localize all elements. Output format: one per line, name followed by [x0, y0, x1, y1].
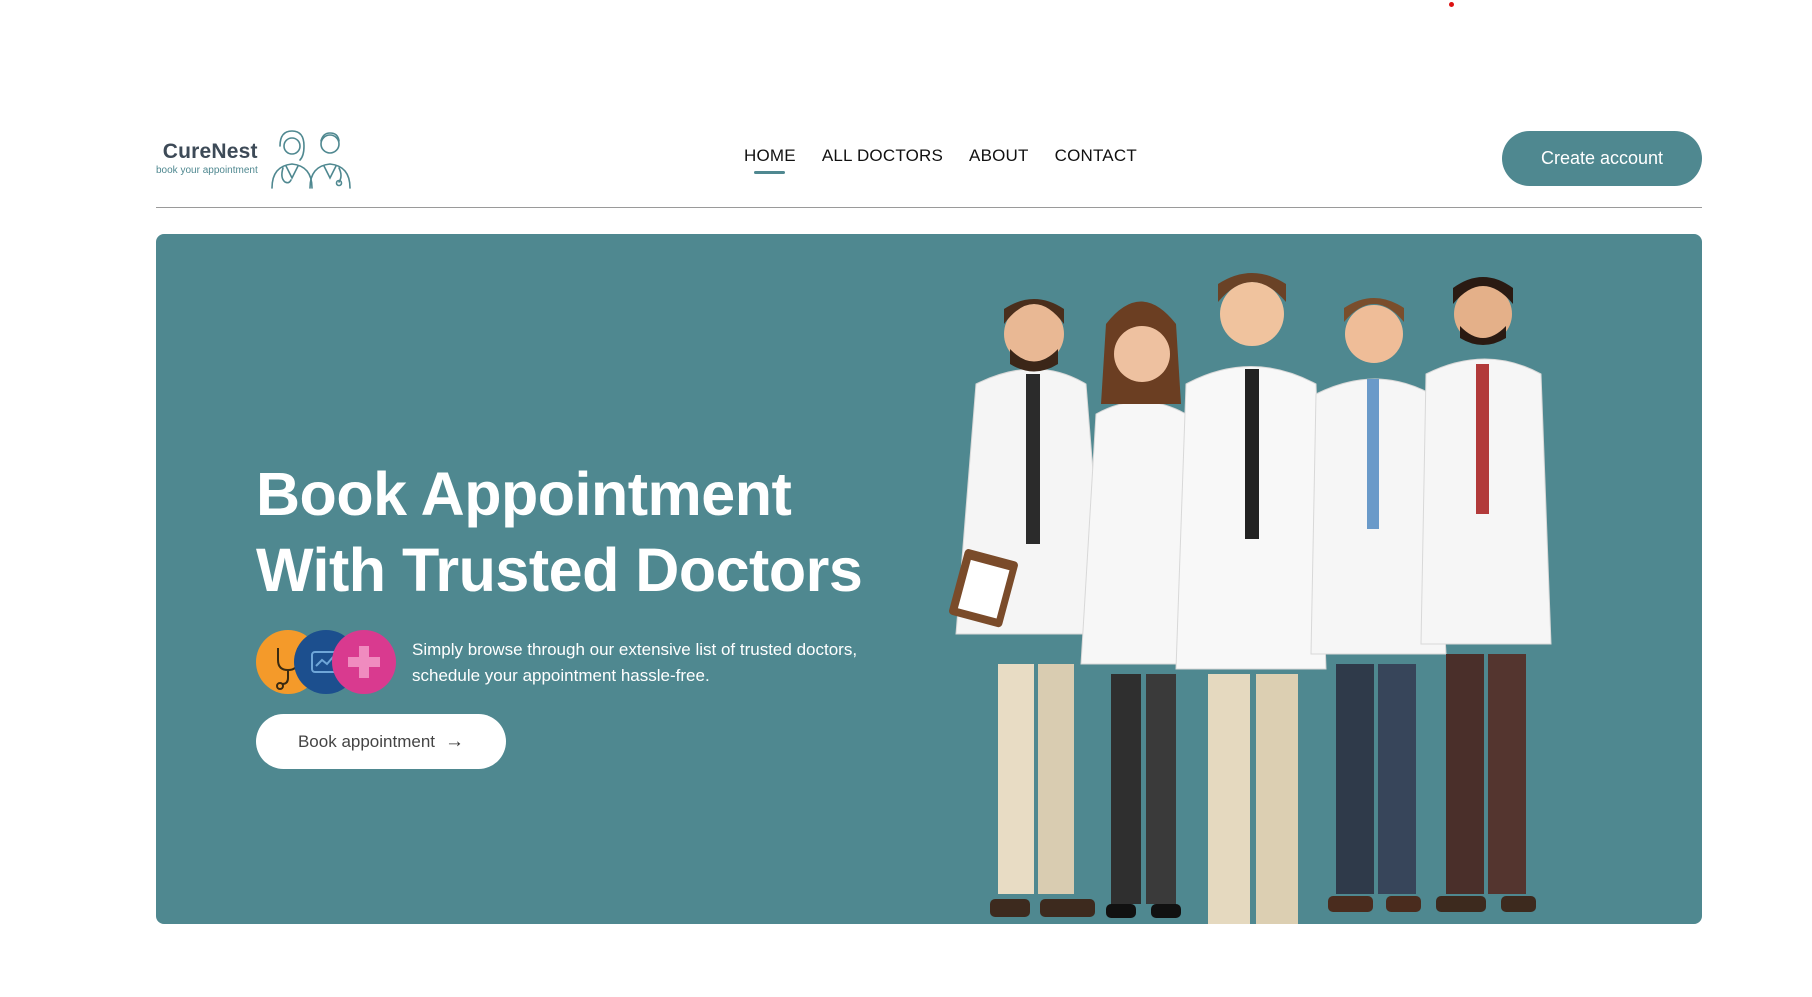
nav-all-doctors[interactable]: ALL DOCTORS	[822, 146, 943, 172]
doctor-figure-5	[1420, 277, 1552, 912]
doctors-outline-icon	[270, 130, 351, 189]
doctor-figure-3	[1175, 273, 1327, 924]
navbar: CureNest book your appointment HOME ALL …	[156, 124, 1702, 208]
red-dot	[1449, 2, 1454, 7]
hero-banner: Book Appointment With Trusted Doctors Si…	[156, 234, 1702, 924]
doctors-team-illustration	[949, 273, 1552, 924]
logo-tagline: book your appointment	[156, 165, 258, 176]
hero-description-line-2: schedule your appointment hassle-free.	[412, 666, 710, 685]
create-account-button[interactable]: Create account	[1502, 131, 1702, 186]
plus-cross-icon	[332, 630, 396, 694]
hero-info: Simply browse through our extensive list…	[256, 630, 882, 696]
logo-text: CureNest book your appointment	[156, 140, 258, 176]
logo-name: CureNest	[162, 140, 258, 163]
hero-title: Book Appointment With Trusted Doctors	[256, 456, 863, 608]
nav-about[interactable]: ABOUT	[969, 146, 1029, 172]
doctor-figure-1	[949, 299, 1107, 917]
arrow-right-icon: →	[445, 730, 465, 752]
book-appointment-label: Book appointment	[297, 731, 436, 751]
medical-icons-group	[256, 630, 398, 696]
hero-title-line-1: Book Appointment	[256, 460, 792, 528]
book-appointment-button[interactable]: Book appointment →	[256, 714, 506, 769]
main-nav: HOME ALL DOCTORS ABOUT CONTACT	[744, 146, 1137, 174]
nav-home[interactable]: HOME	[744, 146, 796, 174]
nav-contact[interactable]: CONTACT	[1055, 146, 1137, 172]
hero-description-line-1: Simply browse through our extensive list…	[412, 640, 858, 659]
logo[interactable]: CureNest book your appointment	[156, 126, 362, 190]
hero-title-line-2: With Trusted Doctors	[256, 536, 863, 604]
hero-description: Simply browse through our extensive list…	[412, 637, 882, 689]
